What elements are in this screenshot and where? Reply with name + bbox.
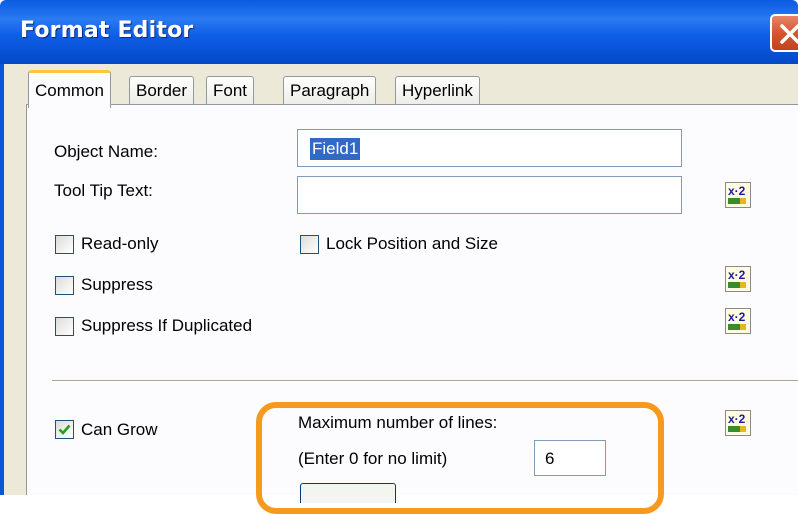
tab-hyperlink[interactable]: Hyperlink: [395, 76, 480, 106]
object-name-input[interactable]: Field1: [297, 129, 682, 167]
tab-border[interactable]: Border: [129, 76, 195, 106]
tooltip-input[interactable]: [297, 176, 682, 214]
read-only-checkbox[interactable]: [55, 235, 74, 254]
checkmark-icon: [58, 424, 71, 435]
svg-text:x·2: x·2: [728, 412, 746, 426]
svg-text:x·2: x·2: [728, 184, 746, 198]
suppress-formula-icon[interactable]: x·2: [725, 266, 751, 292]
suppress-checkbox[interactable]: [55, 276, 74, 295]
object-name-label: Object Name:: [54, 142, 158, 161]
window-title: Format Editor: [20, 18, 194, 43]
suppress-duplicated-checkbox[interactable]: [55, 317, 74, 336]
lock-position-checkbox[interactable]: [300, 235, 319, 254]
can-grow-formula-icon[interactable]: x·2: [725, 410, 751, 436]
svg-text:x·2: x·2: [728, 310, 746, 324]
close-icon: [780, 24, 798, 44]
suppress-duplicated-formula-icon[interactable]: x·2: [725, 308, 751, 334]
close-button[interactable]: [770, 14, 798, 52]
lock-position-label: Lock Position and Size: [326, 234, 498, 253]
tab-common[interactable]: Common: [28, 70, 111, 108]
tooltip-label: Tool Tip Text:: [54, 181, 153, 200]
can-grow-label: Can Grow: [81, 420, 158, 439]
suppress-duplicated-label: Suppress If Duplicated: [81, 316, 253, 335]
svg-text:x·2: x·2: [728, 268, 746, 282]
section-divider: [52, 380, 798, 382]
annotation-highlight: [256, 402, 664, 514]
tab-font[interactable]: Font: [206, 76, 255, 106]
suppress-label: Suppress: [81, 275, 153, 294]
can-grow-checkbox[interactable]: [55, 420, 74, 439]
tab-paragraph[interactable]: Paragraph: [283, 76, 377, 106]
tooltip-formula-icon[interactable]: x·2: [725, 182, 751, 208]
read-only-label: Read-only: [81, 234, 159, 253]
object-name-value: Field1: [310, 138, 361, 160]
